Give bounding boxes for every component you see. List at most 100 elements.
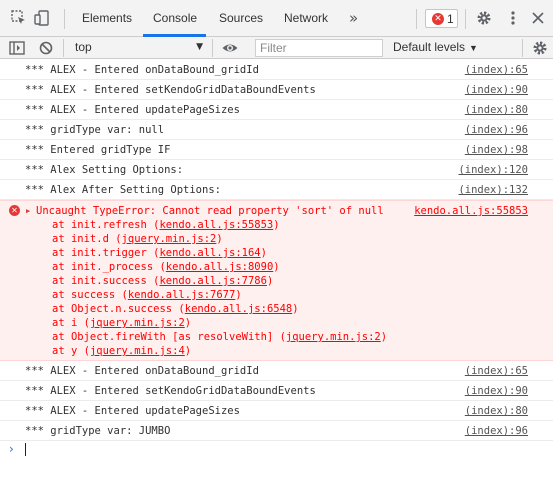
toolbar-divider (416, 9, 417, 29)
error-count: 1 (447, 12, 454, 26)
message-text: *** ALEX - Entered onDataBound_gridId (25, 365, 259, 377)
error-message: ✕ ▶ Uncaught TypeError: Cannot read prop… (0, 200, 553, 361)
stack-frame: at init.success (kendo.all.js:7786) (52, 274, 387, 288)
source-link[interactable]: (index):96 (465, 424, 528, 438)
frame-tail: ) (273, 261, 280, 273)
source-link[interactable]: (index):65 (465, 364, 528, 378)
more-tabs-button[interactable]: » (349, 9, 358, 27)
toolbar-divider (522, 39, 523, 57)
frame-link[interactable]: kendo.all.js:55853 (159, 219, 273, 231)
message-text: *** ALEX - Entered updatePageSizes (25, 104, 240, 116)
frame-link[interactable]: kendo.all.js:7677 (128, 289, 235, 301)
frame-link[interactable]: jquery.min.js:4 (90, 345, 185, 357)
log-levels-label: Default levels (393, 40, 466, 54)
settings-gear-icon[interactable] (475, 9, 493, 27)
stack-frame: at i (jquery.min.js:2) (52, 316, 387, 330)
console-message: *** Alex After Setting Options: (index):… (0, 180, 553, 200)
frame-tail: ) (260, 247, 267, 259)
message-text: *** ALEX - Entered onDataBound_gridId (25, 64, 259, 76)
source-link[interactable]: kendo.all.js:55853 (414, 204, 528, 218)
error-icon: ✕ (9, 205, 20, 216)
stack-frame: at init.d (jquery.min.js:2) (52, 232, 387, 246)
error-count-badge[interactable]: ✕ 1 (425, 9, 458, 28)
frame-link[interactable]: jquery.min.js:2 (90, 317, 185, 329)
frame-function: at Object.fireWith [as resolveWith] ( (52, 331, 286, 343)
frame-function: at Object.n.success ( (52, 303, 185, 315)
message-text: *** gridType var: JUMBO (25, 425, 171, 437)
console-message: *** ALEX - Entered onDataBound_gridId (i… (0, 361, 553, 381)
console-filter-input[interactable] (255, 39, 383, 57)
inspect-element-icon[interactable] (10, 9, 28, 27)
console-settings-gear-icon[interactable] (531, 39, 549, 57)
frame-link[interactable]: kendo.all.js:6548 (185, 303, 292, 315)
console-prompt[interactable]: › (0, 441, 553, 457)
console-message: *** ALEX - Entered updatePageSizes (inde… (0, 100, 553, 120)
frame-function: at y ( (52, 345, 90, 357)
console-output: *** ALEX - Entered onDataBound_gridId (i… (0, 60, 553, 441)
stack-frame: at Object.fireWith [as resolveWith] (jqu… (52, 330, 387, 344)
source-link[interactable]: (index):96 (465, 123, 528, 137)
log-levels-dropdown[interactable]: Default levels ▼ (393, 37, 478, 58)
console-message: *** gridType var: null (index):96 (0, 120, 553, 140)
source-link[interactable]: (index):90 (465, 384, 528, 398)
frame-function: at success ( (52, 289, 128, 301)
stack-frame: at success (kendo.all.js:7677) (52, 288, 387, 302)
source-link[interactable]: (index):120 (458, 163, 528, 177)
toolbar-divider (63, 39, 64, 57)
console-message: *** ALEX - Entered updatePageSizes (inde… (0, 401, 553, 421)
frame-function: at init.trigger ( (52, 247, 160, 259)
message-text: *** ALEX - Entered setKendoGridDataBound… (25, 385, 316, 397)
message-text: *** Entered gridType IF (25, 144, 171, 156)
live-expression-icon[interactable] (221, 39, 239, 57)
device-toolbar-icon[interactable] (33, 9, 51, 27)
source-link[interactable]: (index):65 (465, 63, 528, 77)
more-options-icon[interactable] (504, 9, 522, 27)
frame-link[interactable]: kendo.all.js:8090 (166, 261, 273, 273)
source-link[interactable]: (index):80 (465, 404, 528, 418)
frame-tail: ) (184, 345, 192, 357)
frame-tail: ) (235, 289, 242, 301)
tab-sources[interactable]: Sources (219, 0, 263, 37)
source-link[interactable]: (index):98 (465, 143, 528, 157)
tab-console[interactable]: Console (153, 0, 197, 37)
stack-frame: at init.trigger (kendo.all.js:164) (52, 246, 387, 260)
console-message: *** Alex Setting Options: (index):120 (0, 160, 553, 180)
show-console-sidebar-icon[interactable] (8, 39, 26, 57)
stack-trace: at init.refresh (kendo.all.js:55853) at … (52, 218, 387, 358)
dropdown-arrow-icon: ▼ (469, 43, 478, 53)
tab-network[interactable]: Network (284, 0, 328, 37)
expand-triangle-icon[interactable]: ▶ (26, 205, 30, 217)
console-message: *** Entered gridType IF (index):98 (0, 140, 553, 160)
context-selector[interactable]: top ▼ (71, 39, 207, 56)
frame-link[interactable]: jquery.min.js:2 (122, 233, 217, 245)
frame-function: at init._process ( (52, 261, 166, 273)
frame-function: at i ( (52, 317, 90, 329)
console-message: *** gridType var: JUMBO (index):96 (0, 421, 553, 441)
message-text: *** Alex Setting Options: (25, 164, 184, 176)
source-link[interactable]: (index):90 (465, 83, 528, 97)
console-message: *** ALEX - Entered setKendoGridDataBound… (0, 80, 553, 100)
close-devtools-icon[interactable] (529, 9, 547, 27)
frame-tail: ) (292, 303, 299, 315)
console-toolbar: top ▼ Default levels▼ (0, 37, 553, 59)
stack-frame: at Object.n.success (kendo.all.js:6548) (52, 302, 387, 316)
toolbar-divider (64, 9, 65, 29)
frame-link[interactable]: kendo.all.js:7786 (159, 275, 266, 287)
frame-function: at init.d ( (52, 233, 122, 245)
frame-function: at init.refresh ( (52, 219, 160, 231)
frame-function: at init.success ( (52, 275, 160, 287)
frame-tail: ) (273, 219, 280, 231)
message-text: *** ALEX - Entered updatePageSizes (25, 405, 240, 417)
prompt-chevron-icon: › (9, 442, 14, 456)
frame-link[interactable]: kendo.all.js:164 (159, 247, 260, 259)
frame-tail: ) (380, 331, 388, 343)
source-link[interactable]: (index):132 (458, 183, 528, 197)
error-text[interactable]: Uncaught TypeError: Cannot read property… (36, 204, 384, 218)
frame-link[interactable]: jquery.min.js:2 (286, 331, 381, 343)
source-link[interactable]: (index):80 (465, 103, 528, 117)
tab-elements[interactable]: Elements (82, 0, 132, 37)
dropdown-arrow-icon: ▼ (196, 42, 203, 52)
clear-console-icon[interactable] (37, 39, 55, 57)
error-icon: ✕ (432, 13, 444, 25)
message-text: *** Alex After Setting Options: (25, 184, 221, 196)
